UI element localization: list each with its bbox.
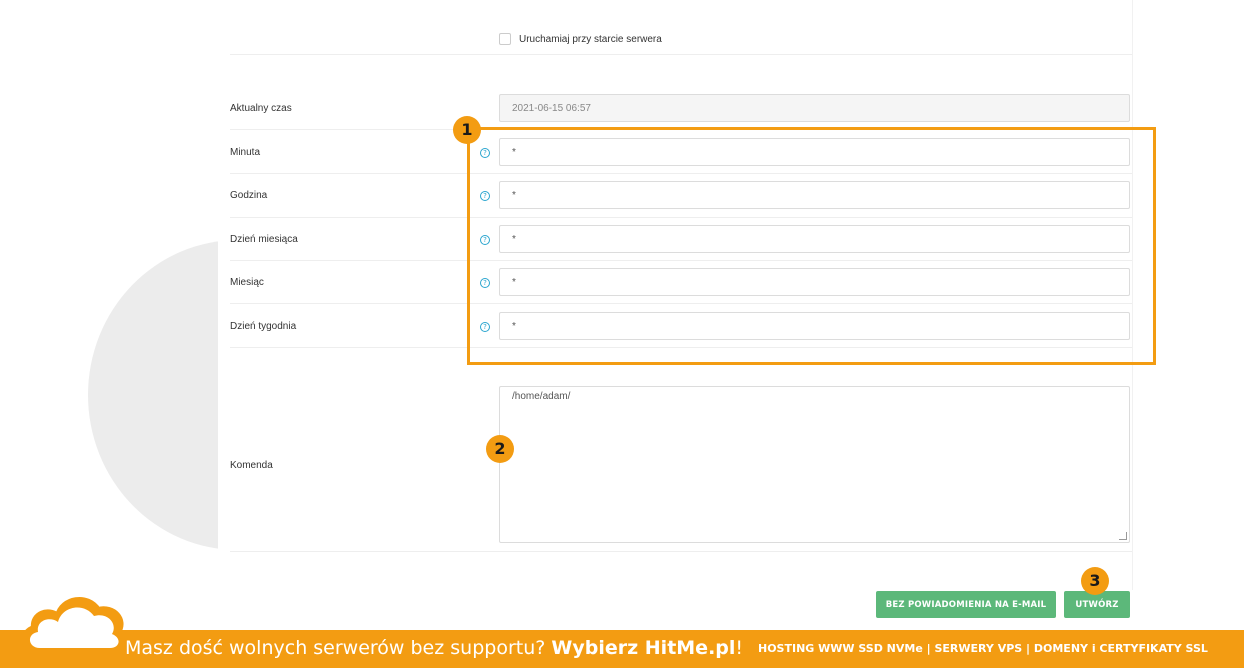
- current-time-field: 2021-06-15 06:57: [499, 94, 1130, 122]
- no-email-button[interactable]: BEZ POWIADOMIENIA NA E-MAIL: [876, 591, 1056, 618]
- command-label: Komenda: [230, 460, 273, 471]
- footer-promo: Masz dość wolnych serwerów bez supportu?…: [125, 637, 743, 659]
- footer-promo-brand[interactable]: Wybierz HitMe.pl: [551, 637, 735, 659]
- schedule-highlight-box: [467, 127, 1156, 365]
- hour-label: Godzina: [230, 190, 268, 201]
- minute-label: Minuta: [230, 147, 261, 158]
- command-textarea[interactable]: /home/adam/: [499, 386, 1130, 543]
- annotation-badge-3: 3: [1081, 567, 1109, 595]
- current-time-label: Aktualny czas: [230, 103, 292, 114]
- day-of-month-label: Dzień miesiąca: [230, 234, 298, 245]
- footer-links[interactable]: HOSTING WWW SSD NVMe | SERWERY VPS | DOM…: [758, 642, 1208, 655]
- create-button[interactable]: UTWÓRZ: [1064, 591, 1130, 618]
- footer-promo-end: !: [735, 637, 744, 659]
- startup-checkbox[interactable]: [499, 33, 511, 45]
- cloud-logo-icon: [21, 597, 128, 655]
- resize-handle-icon[interactable]: [1119, 532, 1127, 540]
- command-textarea-value: /home/adam/: [512, 391, 571, 402]
- annotation-badge-1: 1: [453, 116, 481, 144]
- footer-promo-text: Masz dość wolnych serwerów bez supportu?: [125, 637, 552, 659]
- startup-checkbox-label: Uruchamiaj przy starcie serwera: [519, 34, 662, 45]
- day-of-week-label: Dzień tygodnia: [230, 321, 297, 332]
- annotation-badge-2: 2: [486, 435, 514, 463]
- startup-row: [230, 0, 1132, 55]
- month-label: Miesiąc: [230, 277, 264, 288]
